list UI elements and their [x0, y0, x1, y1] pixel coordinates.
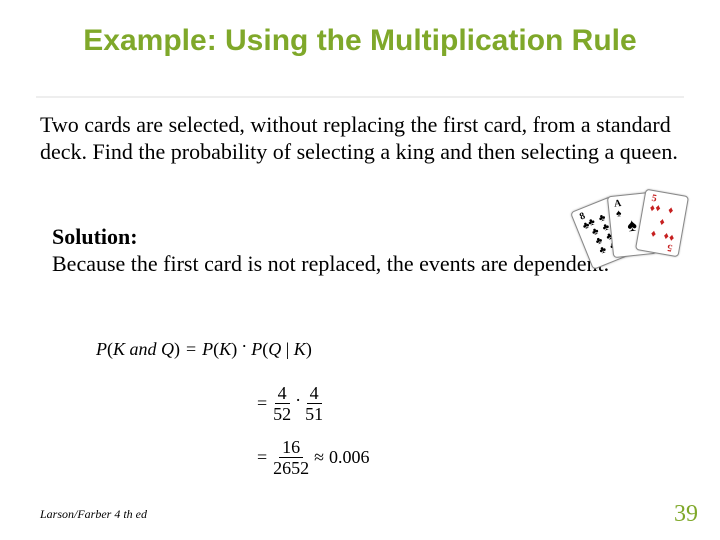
solution-block: Solution: Because the first card is not … — [52, 224, 652, 278]
page-number: 39 — [674, 501, 698, 528]
footer-citation: Larson/Farber 4 th ed — [40, 507, 147, 522]
approx-value: 0.006 — [329, 447, 370, 468]
frac3-num: 16 — [279, 438, 303, 458]
math-line-2: = 452 · 451 — [96, 382, 370, 424]
solution-text: Because the first card is not replaced, … — [52, 251, 609, 276]
frac3-den: 2652 — [273, 458, 309, 477]
math-line-3: = 162652 ≈ 0.006 — [96, 436, 370, 478]
math-line-1: P(K and Q) = P(K) · P(Q | K) — [96, 328, 370, 370]
math-block: P(K and Q) = P(K) · P(Q | K) = 452 · 451… — [96, 328, 370, 490]
frac2-num: 4 — [307, 384, 322, 404]
card-5-diamonds: 5♦ ♦♦♦♦♦ 5♦ — [635, 189, 689, 258]
solution-label: Solution: — [52, 224, 138, 249]
page-title: Example: Using the Multiplication Rule — [0, 24, 720, 58]
problem-text: Two cards are selected, without replacin… — [40, 112, 680, 166]
frac2-den: 51 — [305, 404, 323, 423]
frac1-num: 4 — [275, 384, 290, 404]
title-underline — [36, 96, 684, 98]
frac1-den: 52 — [273, 404, 291, 423]
cards-illustration: 8♣ ♣♣♣♣♣♣♣♣ 8♣ A♠ ♠ A♠ 5♦ ♦♦♦♦♦ 5♦ — [576, 190, 696, 270]
